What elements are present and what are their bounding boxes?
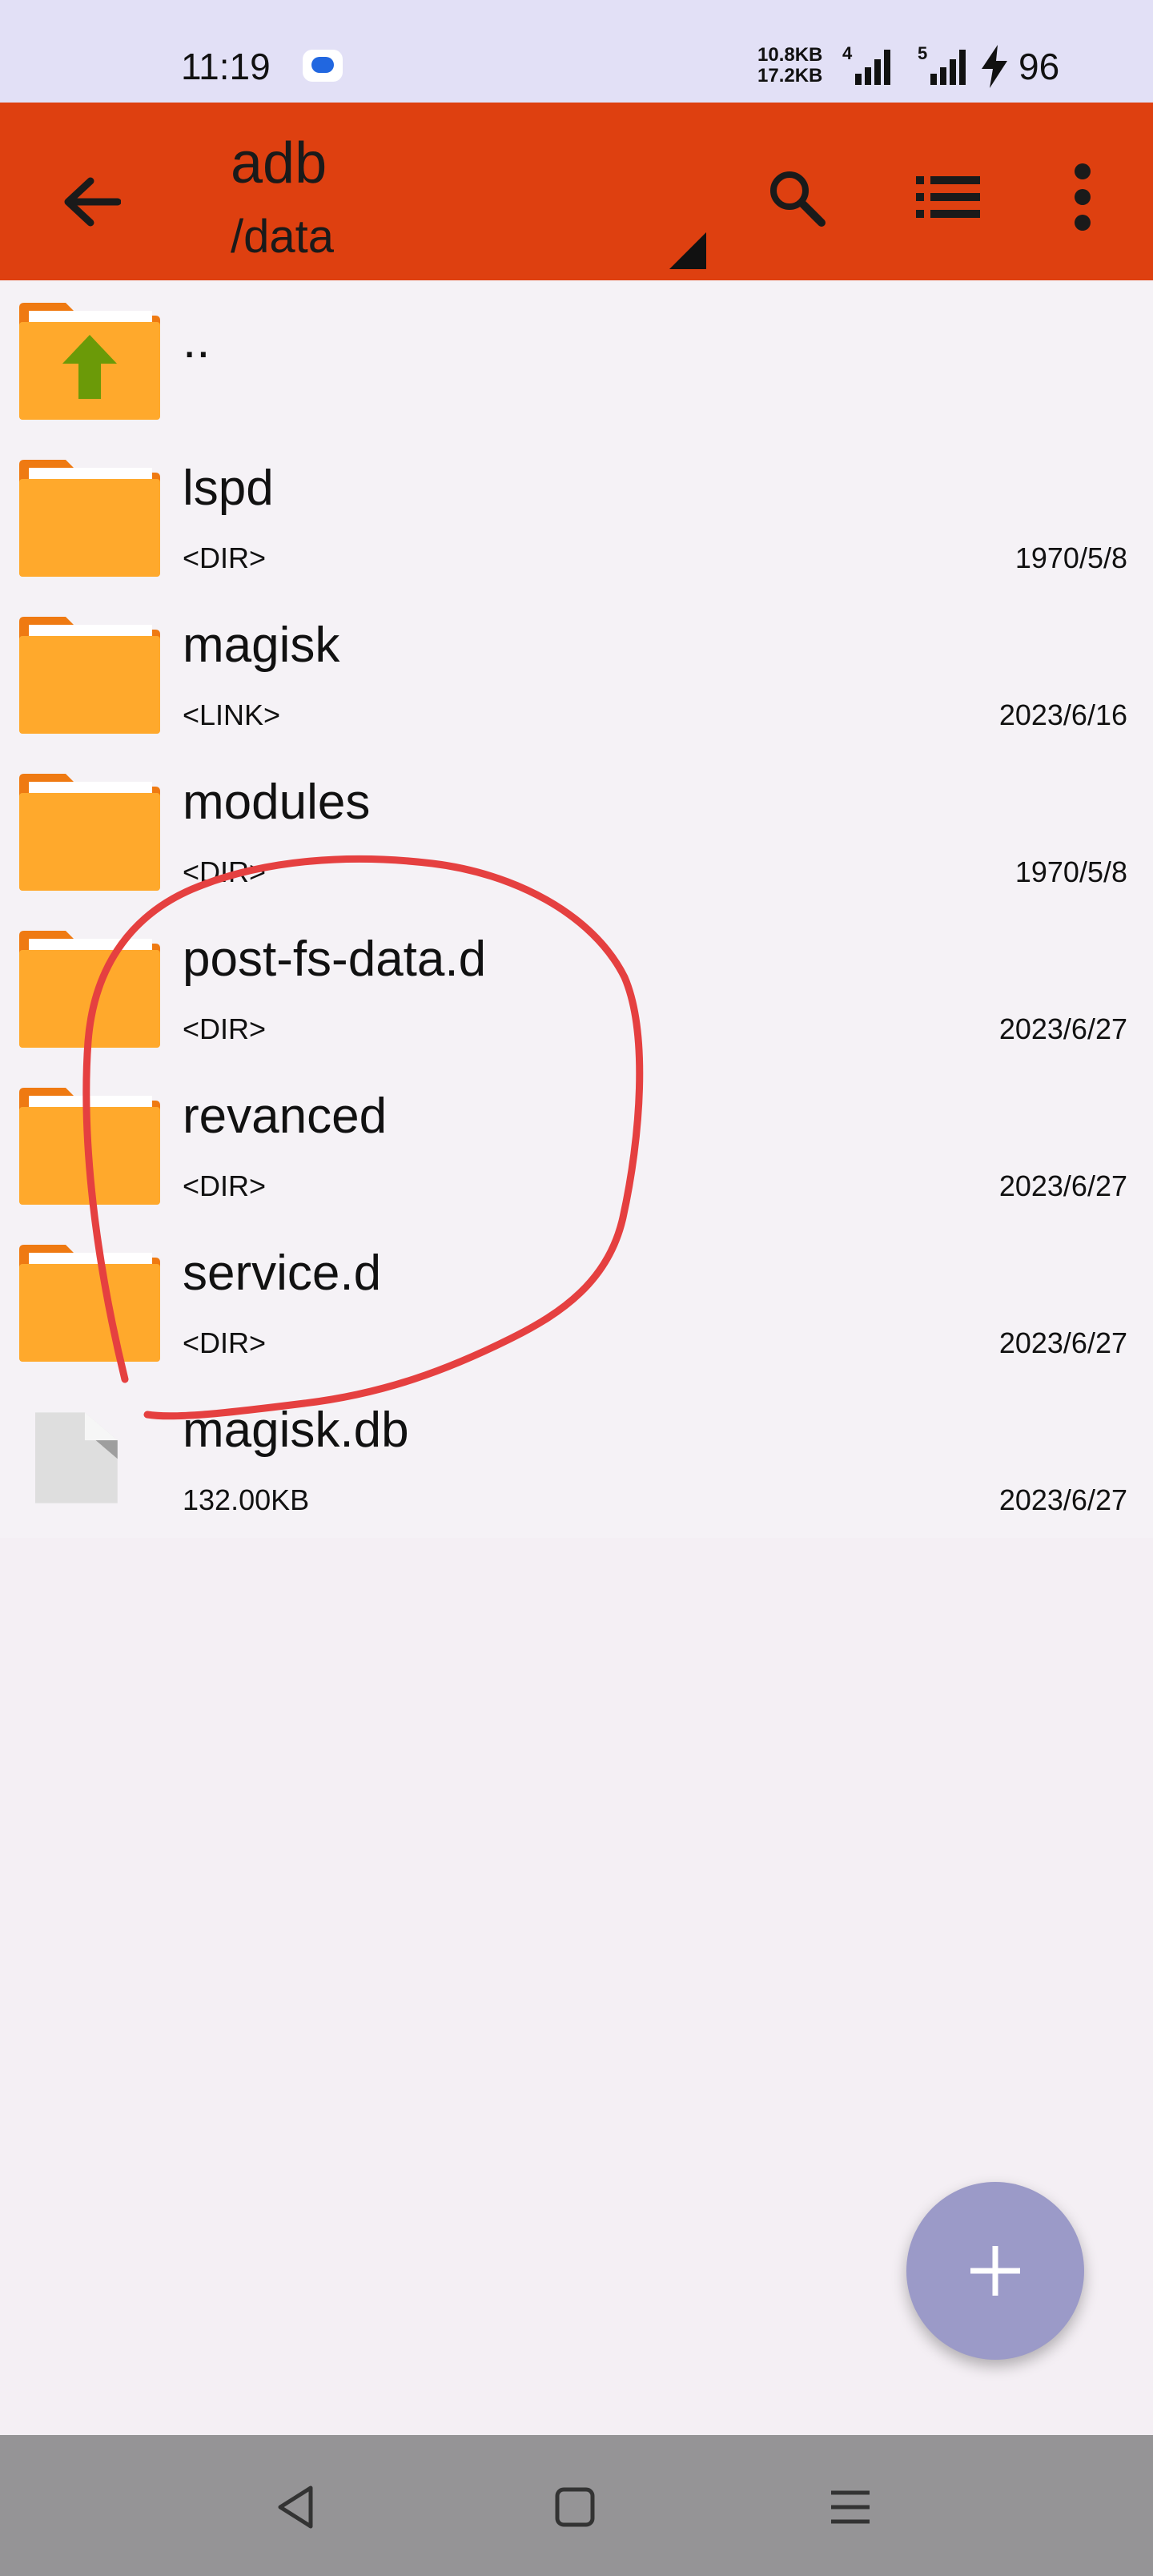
list-item[interactable]: magisk <LINK> 2023/6/16	[0, 594, 1153, 751]
file-date: 1970/5/8	[1014, 855, 1127, 888]
plus-icon	[970, 2246, 1020, 2296]
file-type: <DIR>	[183, 1012, 267, 1045]
back-button[interactable]	[50, 160, 133, 244]
file-name: service.d	[183, 1246, 382, 1301]
nav-menu-icon[interactable]	[826, 2483, 874, 2531]
folder-icon	[19, 460, 160, 577]
list-item[interactable]: revanced <DIR> 2023/6/27	[0, 1065, 1153, 1222]
sim2-label: 5	[918, 43, 927, 63]
file-date: 2023/6/27	[998, 1012, 1127, 1045]
sim1-label: 4	[842, 43, 853, 63]
file-type: <DIR>	[183, 541, 267, 574]
file-name: modules	[183, 775, 371, 830]
file-name: magisk	[183, 618, 340, 673]
network-speed: 10.8KB 17.2KB	[757, 45, 822, 87]
signal-sim1-icon: 4	[842, 43, 890, 85]
system-nav-bar	[0, 2435, 1153, 2576]
list-view-icon	[916, 176, 980, 218]
file-date: 2023/6/16	[998, 698, 1127, 731]
view-mode-button[interactable]	[905, 154, 991, 240]
list-item-parent[interactable]: ..	[0, 280, 1153, 437]
file-list: .. lspd <DIR> 1970/5/8 magisk <LINK> 202…	[0, 280, 1153, 1538]
chat-notification-icon	[303, 50, 343, 82]
file-size: 132.00KB	[183, 1483, 310, 1516]
arrow-left-icon	[64, 177, 121, 227]
status-bar: 11:19 10.8KB 17.2KB 4 5 96	[0, 0, 1153, 103]
list-item[interactable]: post-fs-data.d <DIR> 2023/6/27	[0, 908, 1153, 1065]
battery-level: 96	[1018, 46, 1060, 87]
file-date: 2023/6/27	[998, 1483, 1127, 1516]
more-vert-icon	[1075, 163, 1091, 231]
list-item[interactable]: magisk.db 132.00KB 2023/6/27	[0, 1379, 1153, 1536]
folder-up-icon	[19, 303, 160, 420]
toolbar-path[interactable]: /data	[231, 205, 334, 269]
add-fab-button[interactable]	[906, 2182, 1084, 2360]
file-date: 1970/5/8	[1014, 541, 1127, 574]
nav-home-icon[interactable]	[551, 2483, 599, 2531]
list-item[interactable]: service.d <DIR> 2023/6/27	[0, 1222, 1153, 1379]
charging-icon	[982, 45, 1007, 88]
file-type: <DIR>	[183, 855, 267, 888]
folder-icon	[19, 617, 160, 734]
folder-icon	[19, 1088, 160, 1205]
list-item[interactable]: modules <DIR> 1970/5/8	[0, 751, 1153, 908]
file-date: 2023/6/27	[998, 1326, 1127, 1359]
file-name: lspd	[183, 461, 274, 516]
path-dropdown-icon[interactable]	[669, 232, 706, 269]
folder-icon	[19, 1245, 160, 1362]
toolbar-title: adb	[231, 131, 327, 195]
file-type: <DIR>	[183, 1326, 267, 1359]
status-time: 11:19	[181, 46, 271, 87]
nav-back-icon[interactable]	[272, 2483, 320, 2531]
more-options-button[interactable]	[1041, 154, 1124, 240]
file-name: ..	[183, 313, 211, 368]
file-name: post-fs-data.d	[183, 932, 487, 987]
file-icon	[35, 1412, 118, 1503]
file-type: <LINK>	[183, 698, 281, 731]
net-down: 17.2KB	[757, 65, 823, 87]
folder-icon	[19, 931, 160, 1048]
file-name: revanced	[183, 1089, 388, 1144]
file-date: 2023/6/27	[998, 1169, 1127, 1202]
signal-sim2-icon: 5	[918, 43, 966, 85]
search-icon	[770, 171, 826, 227]
folder-icon	[19, 774, 160, 891]
file-name: magisk.db	[183, 1403, 409, 1458]
list-item[interactable]: lspd <DIR> 1970/5/8	[0, 437, 1153, 594]
net-up: 10.8KB	[757, 44, 823, 66]
file-type: <DIR>	[183, 1169, 267, 1202]
search-button[interactable]	[753, 154, 839, 240]
